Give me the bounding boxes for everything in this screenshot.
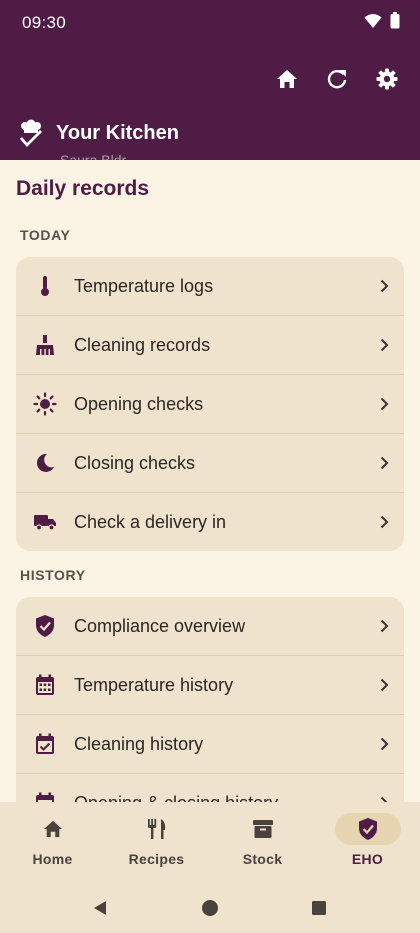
list-item-label: Temperature logs xyxy=(74,275,214,296)
list-item-label: Cleaning history xyxy=(74,733,204,754)
list-item-opening-checks[interactable]: Opening checks xyxy=(16,375,404,434)
calendar-list-icon xyxy=(36,792,54,802)
recents-icon[interactable] xyxy=(311,900,327,916)
thermometer-icon xyxy=(41,276,49,296)
settings-button[interactable] xyxy=(364,62,410,96)
shield-check-icon xyxy=(358,818,377,840)
calendar-grid-icon xyxy=(36,674,54,695)
cutlery-icon xyxy=(147,819,165,839)
wifi-icon xyxy=(364,13,382,28)
today-card: Temperature logs Cleaning records Openin… xyxy=(16,257,404,551)
history-card: Compliance overview Temperature history … xyxy=(16,597,404,802)
moon-icon xyxy=(36,453,54,472)
section-label-today: TODAY xyxy=(20,227,71,243)
list-item-cleaning-history[interactable]: Cleaning history xyxy=(16,715,404,774)
nav-label: EHO xyxy=(351,851,384,867)
truck-icon xyxy=(34,515,56,531)
header-toolbar xyxy=(264,62,410,96)
status-icons xyxy=(364,12,400,29)
daily-records-content[interactable]: Daily records TODAY Temperature logs Cle… xyxy=(0,160,420,802)
kitchen-brand: Your Kitchen xyxy=(16,118,179,148)
nav-item-home[interactable]: Home xyxy=(0,802,105,882)
list-item-label: Compliance overview xyxy=(74,615,246,636)
list-item-cleaning-records[interactable]: Cleaning records xyxy=(16,316,404,375)
nav-label: Stock xyxy=(242,851,283,867)
nav-item-recipes[interactable]: Recipes xyxy=(104,802,209,882)
list-item-closing-checks[interactable]: Closing checks xyxy=(16,434,404,493)
broom-icon xyxy=(36,335,54,355)
list-item-temperature-logs[interactable]: Temperature logs xyxy=(16,257,404,316)
section-label-history: HISTORY xyxy=(20,567,86,583)
list-item-compliance-overview[interactable]: Compliance overview xyxy=(16,597,404,656)
chevron-right-icon xyxy=(380,279,388,293)
home-icon xyxy=(277,70,297,88)
page-title: Daily records xyxy=(16,177,150,200)
nav-item-stock[interactable]: Stock xyxy=(210,802,315,882)
archive-box-icon xyxy=(252,820,273,838)
refresh-icon xyxy=(327,70,347,89)
list-item-label: Opening checks xyxy=(74,393,204,414)
chef-check-logo-icon xyxy=(19,119,42,148)
list-item-label: Closing checks xyxy=(74,452,196,473)
home-circle-icon[interactable] xyxy=(201,899,219,917)
chevron-right-icon xyxy=(380,619,388,633)
system-navigation-bar xyxy=(0,882,420,933)
sun-icon xyxy=(33,392,57,416)
list-item-label: Temperature history xyxy=(74,674,234,695)
chevron-right-icon xyxy=(380,737,388,751)
app-header: 09:30 Your Kitchen Saura Bldr xyxy=(0,0,420,160)
chevron-right-icon xyxy=(380,456,388,470)
refresh-button[interactable] xyxy=(314,62,360,96)
kitchen-title: Your Kitchen xyxy=(56,121,179,144)
nav-label: Home xyxy=(32,851,73,867)
chevron-right-icon xyxy=(380,338,388,352)
chevron-right-icon xyxy=(380,515,388,529)
battery-icon xyxy=(390,12,400,29)
chevron-right-icon xyxy=(380,397,388,411)
shield-check-icon xyxy=(36,615,54,637)
home-button[interactable] xyxy=(264,62,310,96)
list-item-label: Check a delivery in xyxy=(74,511,227,532)
gear-icon xyxy=(376,68,398,90)
calendar-check-icon xyxy=(36,733,54,754)
bottom-navigation: Home Recipes Stock EHO xyxy=(0,802,420,882)
home-icon xyxy=(43,820,62,838)
list-item-opening-closing-history[interactable]: Opening & closing history xyxy=(16,774,404,802)
back-icon[interactable] xyxy=(92,900,108,916)
list-item-check-delivery[interactable]: Check a delivery in xyxy=(16,493,404,551)
chevron-right-icon xyxy=(380,678,388,692)
nav-label: Recipes xyxy=(128,851,185,867)
list-item-label: Opening & closing history xyxy=(74,793,364,803)
nav-item-eho[interactable]: EHO xyxy=(315,802,420,882)
list-item-label: Cleaning records xyxy=(74,334,211,355)
status-time: 09:30 xyxy=(22,13,67,32)
list-item-temperature-history[interactable]: Temperature history xyxy=(16,656,404,715)
